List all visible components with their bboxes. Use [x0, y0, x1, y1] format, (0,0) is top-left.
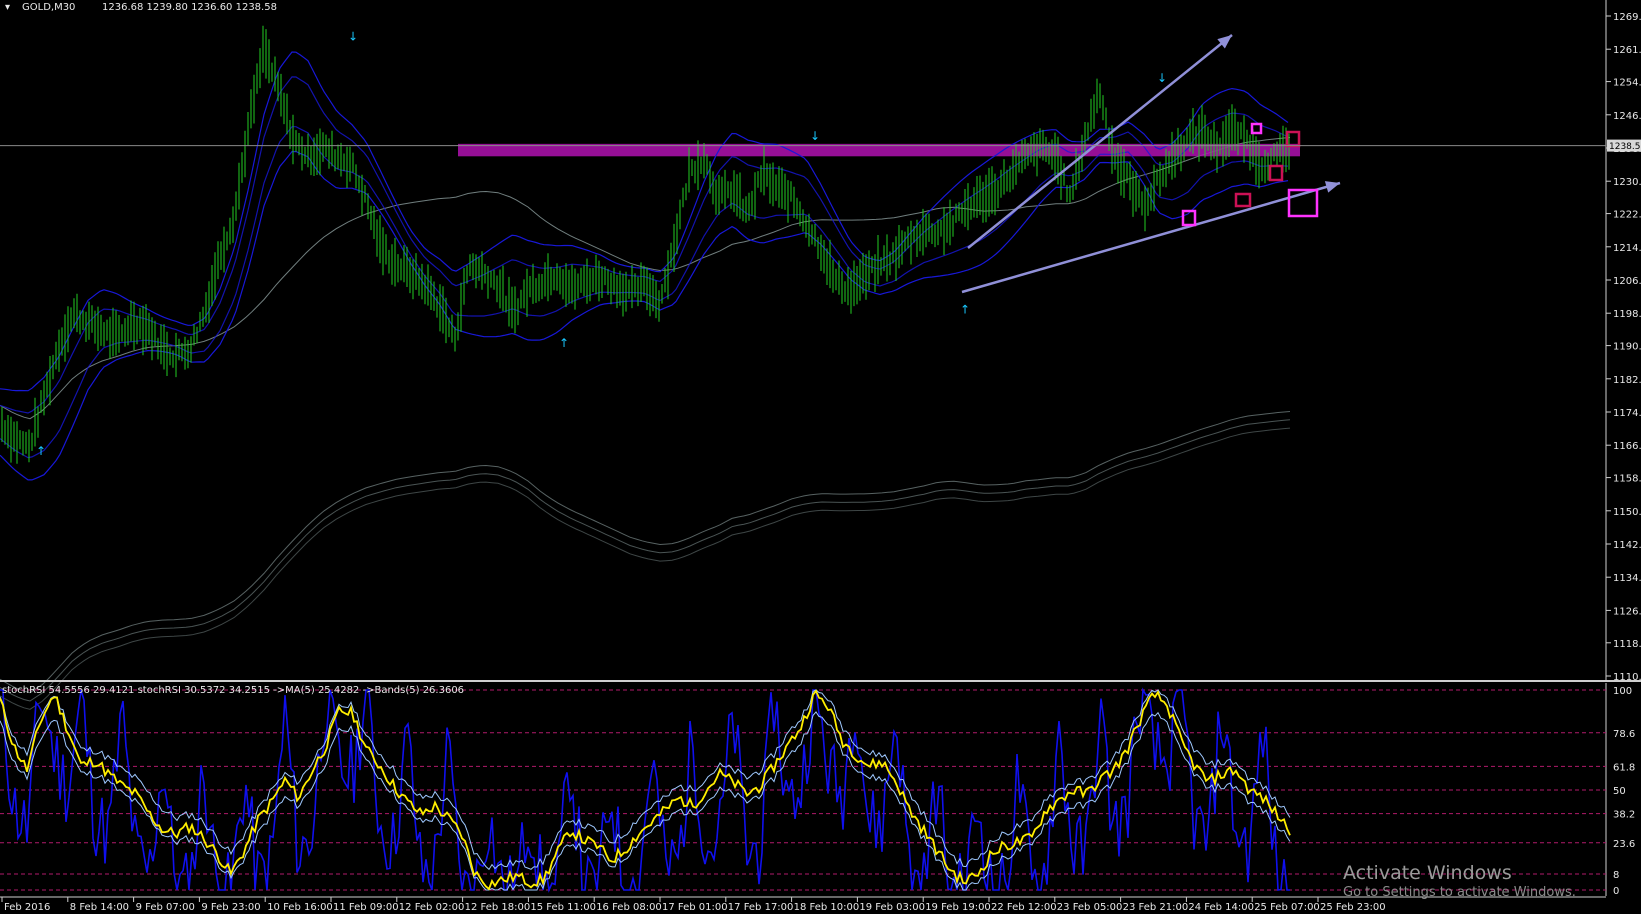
price-tick-label: 1126.6	[1613, 606, 1641, 617]
chart-menu-icon[interactable]: ▾	[5, 2, 10, 13]
price-candles	[1, 25, 1290, 464]
time-tick-label: 9 Feb 07:00	[136, 902, 195, 913]
time-tick-label: 10 Feb 16:00	[267, 902, 333, 913]
time-tick-label: 23 Feb 05:00	[1057, 902, 1123, 913]
envelope-line	[0, 427, 1291, 710]
time-tick-label: 16 Feb 08:00	[596, 902, 662, 913]
envelope-line	[0, 411, 1291, 694]
time-tick-label: 12 Feb 02:00	[399, 902, 465, 913]
bollinger-band-line	[0, 51, 1289, 392]
price-tick-label: 1222.2	[1613, 210, 1641, 221]
marker-box	[1268, 164, 1284, 182]
price-tick-label: 1206.2	[1613, 276, 1641, 287]
main-price-pane[interactable]: ↓↓↓↑↑↑ 1269.81261.81254.01246.01238.0123…	[0, 0, 1641, 710]
price-tick-label: 1182.4	[1613, 375, 1641, 386]
stoch-level-label: 50	[1613, 786, 1626, 797]
price-axis: 1269.81261.81254.01246.01238.01230.01222…	[1606, 12, 1641, 683]
time-tick-label: 23 Feb 21:00	[1123, 902, 1189, 913]
time-tick-label: 22 Feb 12:00	[991, 902, 1057, 913]
time-tick-label: 18 Feb 10:00	[794, 902, 860, 913]
bollinger-band-line	[0, 150, 1289, 481]
price-tick-label: 1230.0	[1613, 177, 1641, 188]
price-tick-label: 1166.4	[1613, 441, 1641, 452]
envelope-bands	[0, 137, 1291, 710]
time-tick-label: 9 Feb 23:00	[201, 902, 260, 913]
time-axis: Feb 2016 8 Feb 14:00 9 Feb 07:00 9 Feb 23:0…	[1, 897, 1386, 913]
trendline-arrowhead	[1324, 181, 1340, 193]
time-tick-label: 19 Feb 19:00	[925, 902, 991, 913]
time-tick-label: 17 Feb 17:00	[728, 902, 794, 913]
indicator-header: stochRSI 54.5556 29.4121 stochRSI 30.537…	[2, 685, 464, 696]
stoch-level-label: 0	[1613, 886, 1619, 897]
time-tick-label: 19 Feb 03:00	[859, 902, 925, 913]
current-price-marker: 1238.5	[1607, 139, 1641, 152]
price-tick-label: 1198.2	[1613, 309, 1641, 320]
time-tick-label: 24 Feb 14:00	[1188, 902, 1254, 913]
stoch-rsi-pane[interactable]: 100 78.6 61.8 50 38.2 23.6 8 0 stochRSI 54.5556…	[0, 683, 1635, 897]
price-tick-label: 1142.6	[1613, 540, 1641, 551]
signal-arrow-icon: ↑	[960, 303, 970, 317]
chart-header-ohlc: 1236.68 1239.80 1236.60 1238.58	[102, 2, 277, 13]
signal-arrow-icon: ↓	[810, 129, 820, 143]
signal-arrow-icon: ↑	[559, 336, 569, 350]
signal-arrow-icon: ↓	[348, 29, 358, 43]
time-tick-label: 25 Feb 23:00	[1320, 902, 1386, 913]
time-tick-label: Feb 2016	[4, 902, 50, 913]
price-tick-label: 1134.6	[1613, 573, 1641, 584]
signal-arrow-icon: ↑	[36, 444, 46, 458]
price-tick-label: 1158.6	[1613, 474, 1641, 485]
time-tick-label: 12 Feb 18:00	[465, 902, 531, 913]
stoch-level-label: 61.8	[1613, 762, 1635, 773]
stoch-level-label: 100	[1613, 686, 1632, 697]
envelope-line	[0, 419, 1291, 702]
price-tick-label: 1261.8	[1613, 45, 1641, 56]
price-tick-label: 1269.8	[1613, 12, 1641, 23]
time-tick-label: 15 Feb 11:00	[530, 902, 596, 913]
price-tick-label: 1150.6	[1613, 507, 1641, 518]
time-tick-label: 8 Feb 14:00	[70, 902, 129, 913]
price-tick-label: 1174.4	[1613, 408, 1641, 419]
envelope-line	[0, 137, 1291, 420]
current-price-label: 1238.5	[1609, 142, 1641, 152]
signal-arrows: ↓ ↓ ↓ ↑ ↑ ↑	[36, 29, 1167, 457]
stoch-level-label: 8	[1613, 870, 1619, 881]
price-tick-label: 1254.0	[1613, 78, 1641, 89]
marker-box	[1234, 192, 1252, 208]
price-tick-label: 1246.0	[1613, 111, 1641, 122]
price-tick-label: 1118.8	[1613, 639, 1641, 650]
time-tick-label: 11 Feb 09:00	[333, 902, 399, 913]
gold-m30-chart[interactable]: ↓↓↓↑↑↑ 1269.81261.81254.01246.01238.0123…	[0, 0, 1641, 914]
price-tick-label: 1214.2	[1613, 243, 1641, 254]
time-tick-label: 25 Feb 07:00	[1254, 902, 1320, 913]
stoch-level-label: 23.6	[1613, 839, 1635, 850]
time-tick-label: 17 Feb 01:00	[662, 902, 728, 913]
price-tick-label: 1190.4	[1613, 342, 1641, 353]
chart-header-symbol: GOLD,M30	[22, 2, 75, 13]
signal-arrow-icon: ↓	[1157, 71, 1167, 85]
stoch-level-label: 38.2	[1613, 810, 1635, 821]
stoch-level-label: 78.6	[1613, 729, 1635, 740]
